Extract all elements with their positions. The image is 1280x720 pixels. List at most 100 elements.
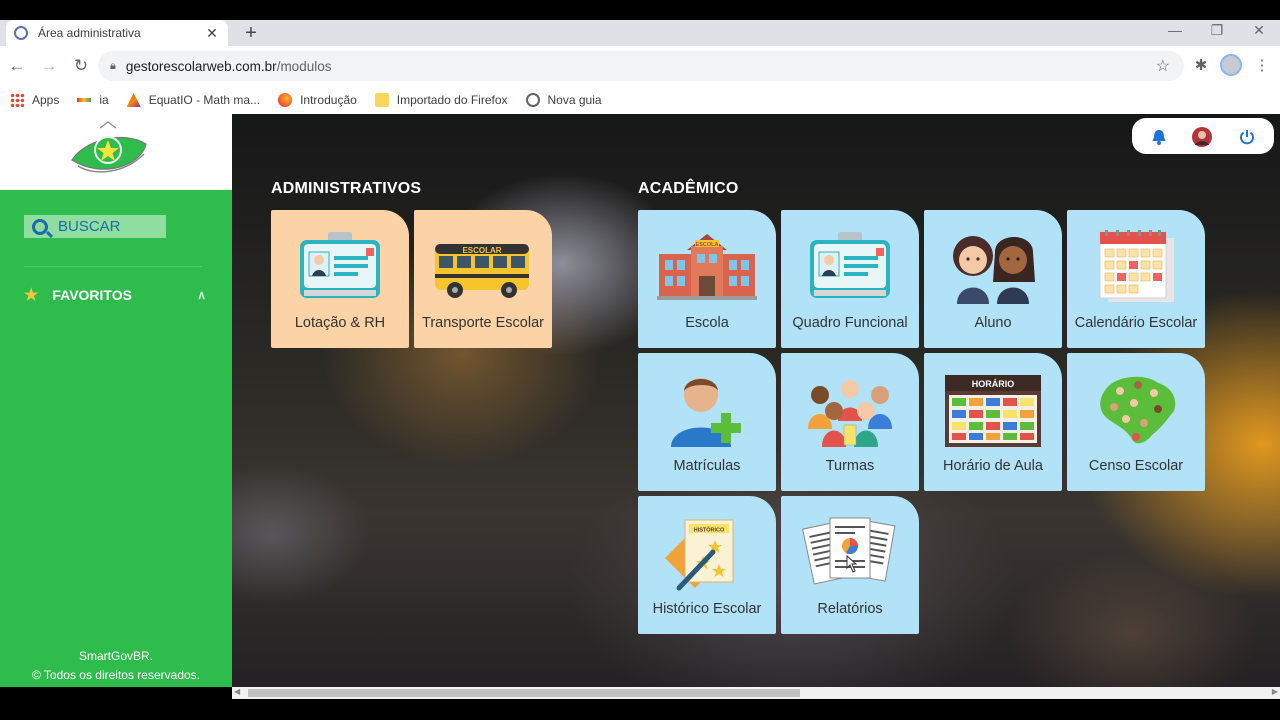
tab-strip: Área administrativa ✕ + — ❐ ✕: [0, 20, 1280, 46]
web-page: BUSCAR ★ FAVORITOS ∧︎ SmartGovBR. © Todo…: [0, 114, 1280, 687]
school-bus-icon: ESCOLAR: [435, 244, 529, 298]
window-close-icon[interactable]: ✕: [1244, 22, 1274, 39]
browser-toolbar: ← → ↻ 🔒︎ gestorescolarweb.com.br/modulos…: [0, 46, 1280, 86]
add-user-icon: [671, 378, 741, 447]
horizontal-scrollbar[interactable]: ◀ ▶: [232, 687, 1280, 699]
main-content: ADMINISTRATIVOS ACADÊMICO Lotação & RH E…: [232, 114, 1280, 687]
module-relatorios[interactable]: Relatórios: [781, 496, 919, 634]
bookmark-nova-guia[interactable]: Nova guia: [525, 93, 602, 107]
favorites-label: FAVORITOS: [52, 287, 132, 303]
module-label: Escola: [685, 315, 729, 331]
bus-sign-text: ESCOLAR: [462, 246, 501, 255]
screen: Área administrativa ✕ + — ❐ ✕ ← → ↻ 🔒︎ g…: [0, 0, 1280, 720]
search-input[interactable]: BUSCAR: [24, 215, 166, 238]
url-path: /modulos: [276, 58, 332, 74]
module-label: Turmas: [825, 458, 875, 474]
history-sign-text: HISTÓRICO: [694, 526, 725, 534]
section-title-administrativos: ADMINISTRATIVOS: [271, 180, 422, 197]
globe-icon: [525, 93, 540, 107]
module-censo-escolar[interactable]: Censo Escolar: [1067, 353, 1205, 491]
folder-icon: [374, 93, 389, 107]
scroll-left-icon[interactable]: ◀: [234, 687, 240, 696]
browser-menu-icon[interactable]: ⋮: [1251, 56, 1273, 74]
bookmarks-bar: Apps ia EquatIO - Math ma... Introdução …: [0, 86, 1280, 114]
restore-icon[interactable]: ❐: [1202, 22, 1232, 39]
tab-title: Área administrativa: [38, 26, 141, 40]
id-card-icon: [810, 232, 890, 298]
top-action-bar: [1132, 118, 1274, 154]
module-label: Matrículas: [673, 458, 741, 474]
module-escola[interactable]: ESCOLA Escola: [638, 210, 776, 348]
bookmark-introducao[interactable]: Introdução: [278, 93, 357, 107]
timetable-icon: HORÁRIO: [945, 375, 1041, 447]
apps-grid-icon: [10, 93, 24, 107]
module-turmas[interactable]: Turmas: [781, 353, 919, 491]
module-lotacao-rh[interactable]: Lotação & RH: [271, 210, 409, 348]
search-icon: [32, 218, 48, 235]
forward-arrow-icon[interactable]: →: [34, 56, 64, 76]
module-label: Calendário Escolar: [1074, 315, 1198, 331]
history-document-icon: HISTÓRICO: [665, 519, 734, 591]
module-label: Aluno: [974, 315, 1012, 331]
timetable-sign-text: HORÁRIO: [972, 379, 1015, 389]
module-transporte-escolar[interactable]: ESCOLAR Transporte Escolar: [414, 210, 552, 348]
extensions-puzzle-icon[interactable]: ✱: [1190, 56, 1212, 74]
school-sign-text: ESCOLA: [696, 242, 719, 248]
module-label: Quadro Funcional: [792, 315, 908, 331]
module-label: Horário de Aula: [943, 458, 1043, 474]
url-domain: gestorescolarweb.com.br: [125, 58, 277, 74]
tab-close-icon[interactable]: ✕: [204, 25, 220, 42]
students-icon: [953, 236, 1035, 304]
footer-copyright: © Todos os direitos reservados.: [31, 668, 201, 682]
school-building-icon: ESCOLA: [657, 234, 757, 300]
tab-admin-area[interactable]: Área administrativa ✕: [6, 20, 228, 46]
notification-bell-icon[interactable]: [1150, 128, 1168, 146]
module-label: Histórico Escolar: [652, 601, 762, 617]
sidebar-footer: SmartGovBR. © Todos os direitos reservad…: [0, 647, 232, 685]
lock-icon: 🔒︎: [110, 59, 116, 72]
firefox-icon: [278, 93, 293, 107]
section-title-academico: ACADÊMICO: [638, 180, 739, 197]
favorites-toggle[interactable]: ★ FAVORITOS ∧︎: [24, 285, 206, 305]
sidebar: BUSCAR ★ FAVORITOS ∧︎ SmartGovBR. © Todo…: [0, 114, 232, 687]
reload-icon[interactable]: ↻: [66, 56, 96, 76]
bookmark-ia[interactable]: ia: [77, 93, 109, 107]
module-aluno[interactable]: Aluno: [924, 210, 1062, 348]
module-label: Relatórios: [817, 601, 883, 617]
module-horario-de-aula[interactable]: HORÁRIO Horário de Aula: [924, 353, 1062, 491]
browser-chrome: Área administrativa ✕ + — ❐ ✕ ← → ↻ 🔒︎ g…: [0, 20, 1280, 114]
id-card-icon: [300, 232, 380, 298]
census-map-icon: [1100, 376, 1176, 444]
minimize-icon[interactable]: —: [1160, 22, 1190, 38]
brand-logo-icon: [71, 121, 147, 173]
module-matriculas[interactable]: Matrículas: [638, 353, 776, 491]
bookmark-equatio[interactable]: EquatIO - Math ma...: [126, 93, 260, 107]
logo-area: [0, 114, 232, 190]
chevron-up-icon[interactable]: ∧︎: [197, 288, 206, 302]
profile-avatar[interactable]: [1220, 54, 1242, 76]
class-group-icon: [808, 380, 892, 447]
module-historico-escolar[interactable]: HISTÓRICO Histórico Escolar: [638, 496, 776, 634]
bookmark-importado-firefox[interactable]: Importado do Firefox: [374, 93, 508, 107]
module-calendario-escolar[interactable]: Calendário Escolar: [1067, 210, 1205, 348]
sidebar-divider: [24, 266, 202, 267]
equatio-icon: [126, 93, 141, 107]
scroll-right-icon[interactable]: ▶: [1272, 687, 1278, 696]
bookmark-star-icon[interactable]: ☆: [1156, 56, 1170, 76]
power-icon[interactable]: [1238, 128, 1256, 146]
back-arrow-icon[interactable]: ←: [2, 56, 32, 76]
module-label: Lotação & RH: [294, 315, 386, 331]
site-favicon-icon: [14, 26, 28, 40]
new-tab-button[interactable]: +: [240, 22, 262, 45]
star-icon: ★: [24, 287, 39, 304]
scrollbar-thumb[interactable]: [248, 689, 800, 697]
calendar-icon: [1099, 230, 1174, 302]
footer-brand: SmartGovBR.: [78, 649, 153, 663]
module-quadro-funcional[interactable]: Quadro Funcional: [781, 210, 919, 348]
bookmark-apps[interactable]: Apps: [10, 93, 59, 107]
module-label: Transporte Escolar: [422, 315, 544, 331]
ia-icon: [77, 98, 92, 102]
address-bar[interactable]: 🔒︎ gestorescolarweb.com.br/modulos ☆: [98, 51, 1184, 81]
user-avatar-icon[interactable]: [1192, 127, 1212, 147]
module-label: Censo Escolar: [1088, 458, 1184, 474]
